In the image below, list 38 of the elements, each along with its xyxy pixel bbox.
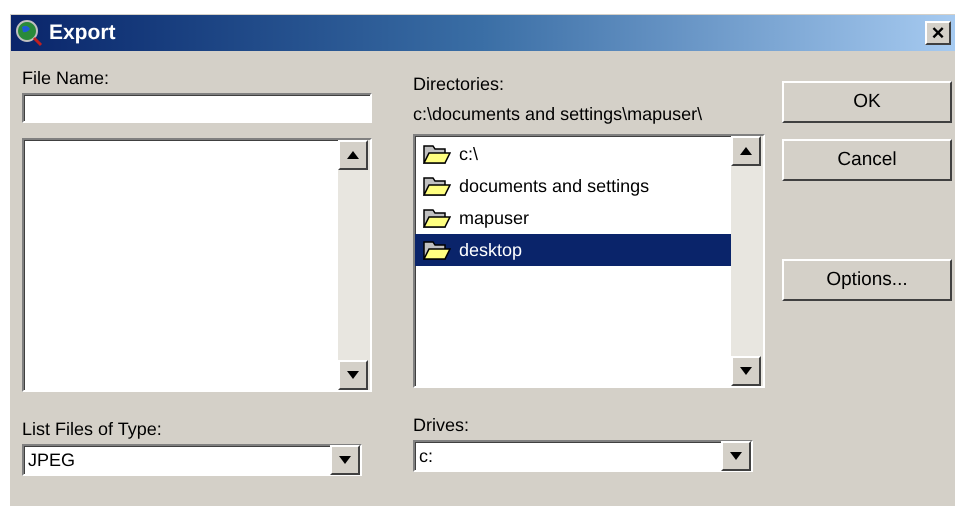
scroll-up-button[interactable] <box>731 136 761 166</box>
globe-magnifier-icon <box>15 19 43 47</box>
down-triangle-icon <box>740 367 752 375</box>
field-label: File Name: <box>22 67 110 89</box>
folder-icon <box>423 239 451 261</box>
scroll-down-button[interactable] <box>338 360 368 390</box>
folder-icon <box>423 175 451 197</box>
scroll-down-button[interactable] <box>731 356 761 386</box>
window-title: Export <box>49 20 117 46</box>
field-label: Drives: <box>413 414 470 436</box>
directory-item[interactable]: c:\ <box>415 138 731 170</box>
down-triangle-icon <box>347 371 359 379</box>
close-button[interactable]: × <box>925 21 951 45</box>
dialog-button[interactable]: OK <box>782 81 952 123</box>
up-triangle-icon <box>740 147 752 155</box>
field-label: Directories: <box>413 73 506 95</box>
directory-list[interactable]: c:\ documents and settings mapuser desktop <box>413 134 765 388</box>
file-list[interactable] <box>22 138 372 392</box>
folder-icon <box>423 207 451 229</box>
file-name-field[interactable] <box>22 93 372 123</box>
directory-item[interactable]: desktop <box>415 234 731 266</box>
dropdown-button[interactable] <box>721 441 751 471</box>
down-triangle-icon <box>339 456 351 464</box>
scroll-up-button[interactable] <box>338 140 368 170</box>
dialog-button[interactable]: Cancel <box>782 139 952 181</box>
directory-path: c:\documents and settings\mapuser\ <box>413 103 704 125</box>
file-type-dropdown[interactable]: JPEG <box>22 444 362 476</box>
folder-icon <box>423 143 451 165</box>
down-triangle-icon <box>730 452 742 460</box>
scrollbar[interactable] <box>338 140 370 390</box>
field-label: List Files of Type: <box>22 418 163 440</box>
directory-item[interactable]: documents and settings <box>415 170 731 202</box>
dialog-button[interactable]: Options... <box>782 259 952 301</box>
drive-dropdown[interactable]: c: <box>413 440 753 472</box>
dropdown-button[interactable] <box>330 445 360 475</box>
directory-item[interactable]: mapuser <box>415 202 731 234</box>
up-triangle-icon <box>347 151 359 159</box>
scrollbar[interactable] <box>731 136 763 386</box>
